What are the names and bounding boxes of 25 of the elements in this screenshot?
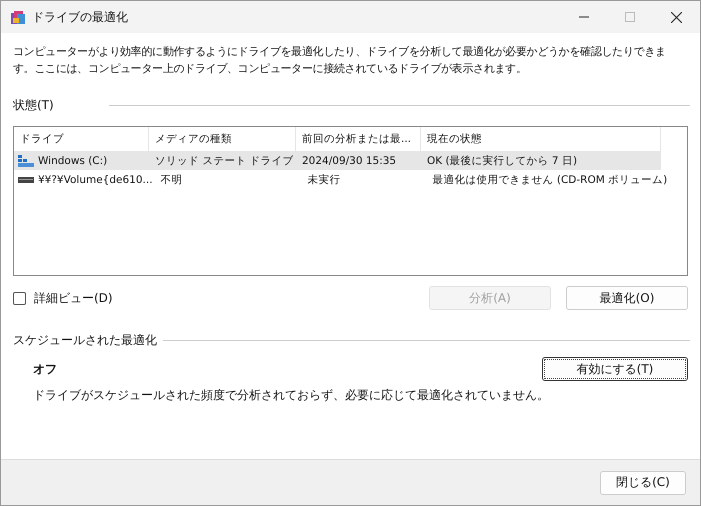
table-cell-text: 未実行 — [306, 172, 342, 186]
drive-icon — [18, 176, 34, 182]
close-button[interactable]: 閉じる(C) — [600, 470, 686, 494]
table-cell: ¥¥?¥Volume{de610... — [38, 174, 153, 186]
table-cell-text: OK (最後に実行してから 7 日) — [426, 154, 578, 168]
drive-row[interactable]: Windows (C:) ソリッド ステート ドライブ 2024/09/30 15:35 OK (最後に実行してから 7 日) — [14, 151, 661, 170]
section-heading: 状態(T) — [13, 97, 55, 114]
table-cell-text: 不明 — [160, 172, 184, 186]
window-title: ドライブの最適化 — [32, 8, 128, 26]
maximize-icon — [625, 12, 635, 22]
schedule-state: オフ — [33, 360, 57, 378]
description-text: コンピューターがより効率的に動作するようにドライブを最適化したり、ドライブを分析して最適化が必要かどうかを確認したりできます。ここには、コンピューター上のドライブ、コンピューターに接続されているドライブが表示されます。 — [13, 44, 667, 77]
checkbox-label[interactable]: 詳細ビュー(D) — [34, 290, 113, 306]
optimize-button[interactable]: 最適化(O) — [566, 286, 688, 310]
schedule-message: ドライブがスケジュールされた頻度で分析されておらず、必要に応じて最適化されていません。 — [33, 387, 550, 404]
table-cell-text: 2024/09/30 15:35 — [301, 154, 398, 166]
close-icon[interactable] — [671, 12, 682, 22]
table-cell-text: ソリッド ステート ドライブ — [154, 154, 295, 168]
app-icon — [10, 9, 26, 25]
drive-icon — [18, 154, 34, 166]
table-cell-text: 最適化は使用できません (CD-ROM ボリューム) — [432, 172, 668, 186]
drive-row[interactable]: ¥¥?¥Volume{de610... 不明 未実行 最適化は使用できません (CD-ROM ボリューム) — [14, 170, 670, 189]
checkbox[interactable] — [13, 292, 26, 304]
table-cell: Windows (C:) — [38, 154, 108, 166]
enable-button[interactable]: 有効にする(T) — [542, 357, 688, 381]
